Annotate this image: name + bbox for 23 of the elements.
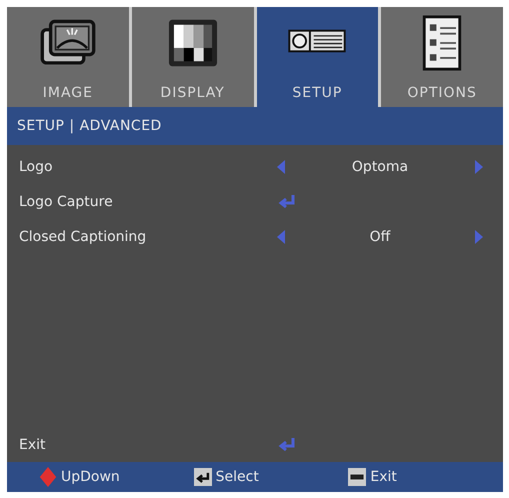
menu-tab[interactable]: SETUP: [256, 7, 378, 107]
menu-item-label[interactable]: Closed Captioning: [19, 228, 277, 244]
option-value: Optoma: [350, 158, 410, 174]
up-down-icon: [39, 467, 57, 487]
menu-item-label[interactable]: Logo: [19, 158, 277, 174]
menu-item-label[interactable]: Exit: [19, 436, 277, 452]
menu-tab[interactable]: OPTIONS: [381, 7, 503, 107]
menu-key-icon: [348, 467, 366, 487]
left-arrow-icon[interactable]: [277, 230, 285, 244]
footer-hint: Select: [216, 469, 259, 485]
left-arrow-icon[interactable]: [277, 160, 285, 174]
footer-hint: Exit: [370, 469, 397, 485]
footer-hint: UpDown: [61, 469, 120, 485]
menu-item-label[interactable]: Logo Capture: [19, 194, 277, 210]
menu-tab[interactable]: IMAGE: [7, 7, 129, 107]
enter-key-icon: [194, 467, 212, 487]
enter-icon[interactable]: [277, 436, 297, 452]
section-header: SETUP | ADVANCED: [7, 107, 503, 145]
enter-icon[interactable]: [277, 194, 297, 210]
right-arrow-icon[interactable]: [475, 160, 483, 174]
menu-tab[interactable]: DISPLAY: [132, 7, 254, 107]
option-value: Off: [368, 228, 392, 244]
right-arrow-icon[interactable]: [475, 230, 483, 244]
